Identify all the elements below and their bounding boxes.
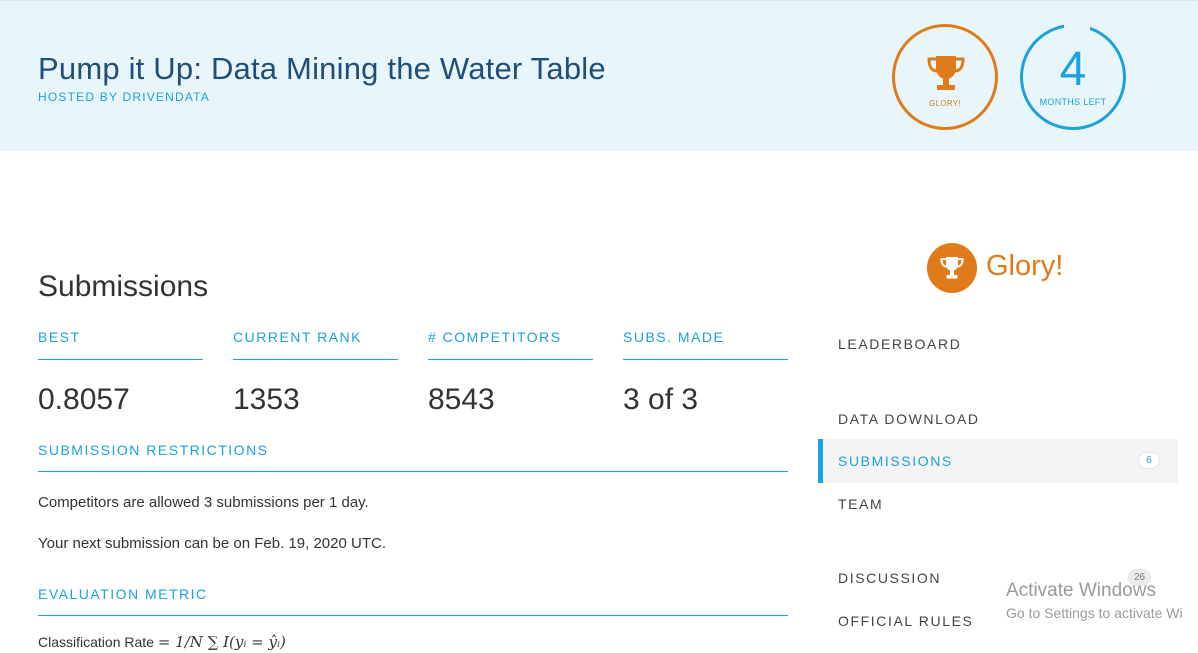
- stat-value: 8543: [428, 383, 495, 416]
- time-remaining-label: MONTHS LEFT: [1039, 97, 1107, 107]
- stat-label: CURRENT RANK: [233, 329, 398, 360]
- nav-label: DISCUSSION: [838, 570, 942, 586]
- metric-name: Classification Rate: [38, 634, 154, 650]
- page-title: Submissions: [38, 270, 209, 303]
- nav-data-download[interactable]: DATA DOWNLOAD: [818, 397, 1178, 441]
- nav-label: SUBMISSIONS: [838, 453, 953, 469]
- stat-best: BEST 0.8057: [38, 329, 203, 417]
- prize-badge: [927, 243, 977, 293]
- prize-ring: GLORY!: [892, 24, 998, 130]
- nav-leaderboard[interactable]: LEADERBOARD: [818, 322, 1178, 366]
- stat-value: 1353: [233, 383, 300, 416]
- metric-formula: = 1/N ∑ I(yᵢ = ŷᵢ): [157, 633, 286, 651]
- competition-banner: Pump it Up: Data Mining the Water Table …: [0, 0, 1198, 151]
- stat-label: BEST: [38, 329, 203, 360]
- evaluation-metric-formula: Classification Rate = 1/N ∑ I(yᵢ = ŷᵢ): [38, 633, 286, 651]
- nav-label: OFFICIAL RULES: [838, 613, 974, 629]
- submissions-count-badge: 6: [1138, 452, 1160, 469]
- time-ring-progress-gap: [1064, 22, 1090, 30]
- time-remaining-value: 4: [1059, 43, 1087, 96]
- nav-label: TEAM: [838, 496, 884, 512]
- nav-label: LEADERBOARD: [838, 336, 962, 352]
- competition-title: Pump it Up: Data Mining the Water Table: [38, 51, 606, 86]
- prize-label: GLORY!: [929, 99, 961, 108]
- nav-label: DATA DOWNLOAD: [838, 411, 980, 427]
- submission-restrictions-heading: SUBMISSION RESTRICTIONS: [38, 442, 788, 472]
- evaluation-metric-heading: EVALUATION METRIC: [38, 586, 788, 616]
- stat-value: 3 of 3: [623, 383, 699, 416]
- stat-value: 0.8057: [38, 383, 130, 416]
- time-ring: 4 MONTHS LEFT: [1020, 24, 1126, 130]
- stat-current-rank: CURRENT RANK 1353: [233, 329, 398, 417]
- stat-competitors: # COMPETITORS 8543: [428, 329, 593, 417]
- activate-windows-watermark: Activate Windows Go to Settings to activ…: [1006, 580, 1183, 621]
- stat-label: SUBS. MADE: [623, 329, 788, 360]
- trophy-icon: [927, 56, 965, 90]
- prize-text: Glory!: [986, 250, 1064, 282]
- competition-host[interactable]: HOSTED BY DRIVENDATA: [38, 90, 210, 104]
- watermark-title: Activate Windows: [1006, 580, 1156, 601]
- nav-team[interactable]: TEAM: [818, 482, 1178, 526]
- stat-label: # COMPETITORS: [428, 329, 593, 360]
- nav-submissions[interactable]: SUBMISSIONS 6: [818, 439, 1178, 483]
- watermark-subtitle: Go to Settings to activate Wi: [1006, 605, 1183, 621]
- restriction-next-submission: Your next submission can be on Feb. 19, …: [38, 535, 386, 552]
- restriction-daily-limit: Competitors are allowed 3 submissions pe…: [38, 494, 369, 511]
- stat-subs-made: SUBS. MADE 3 of 3: [623, 329, 788, 417]
- trophy-icon: [940, 257, 964, 279]
